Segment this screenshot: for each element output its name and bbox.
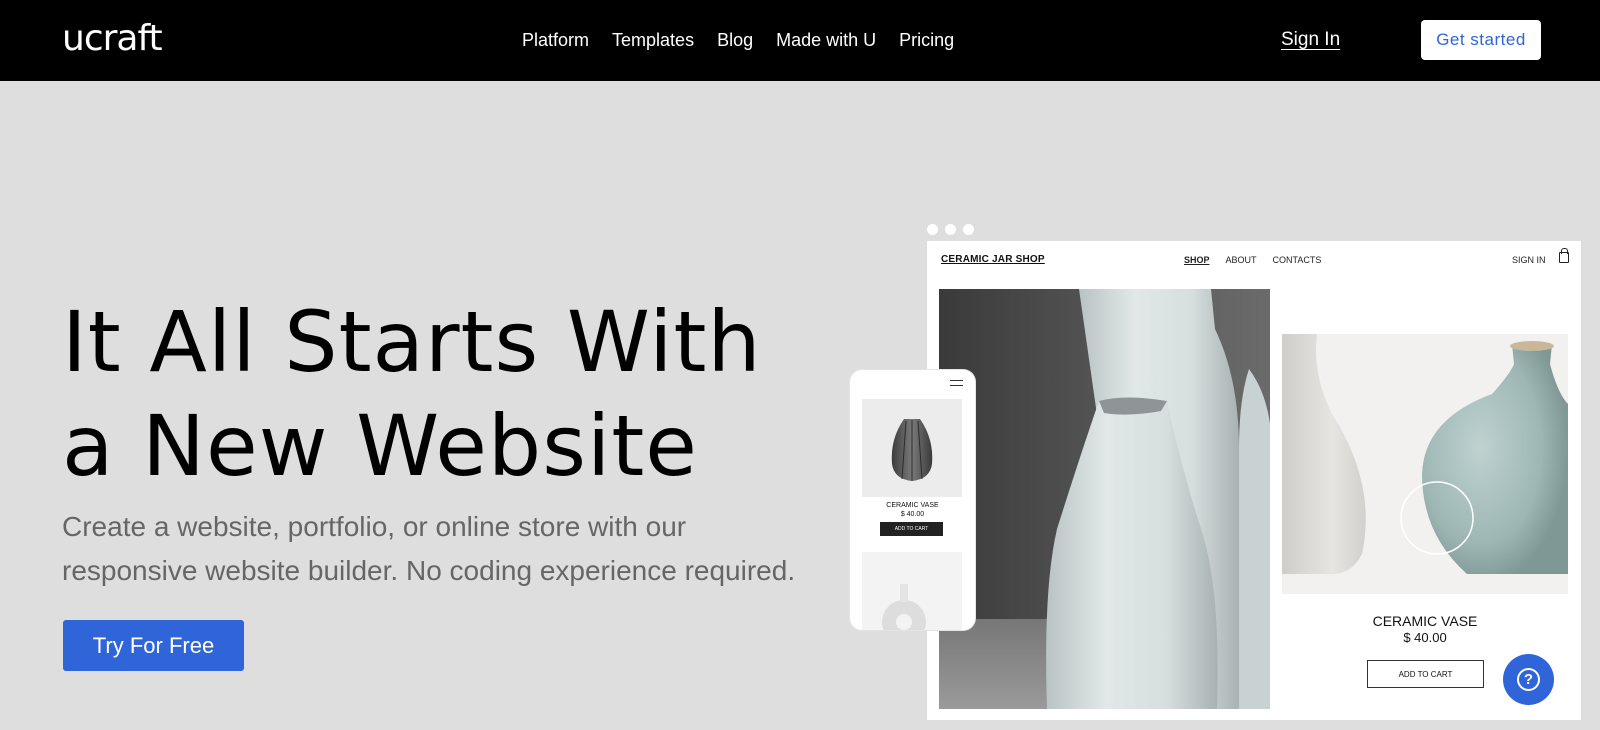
hero-headline-line-2: a New Website — [62, 397, 698, 495]
ceramic-vase-product-photo[interactable] — [1282, 334, 1568, 594]
mockup-brand: CERAMIC JAR SHOP — [941, 254, 1045, 265]
mockup-nav-shop: SHOP — [1184, 255, 1210, 265]
phone-product-price: $ 40.00 — [900, 511, 925, 518]
get-started-button[interactable]: Get started — [1421, 20, 1541, 60]
mockup-add-to-cart-button[interactable]: ADD TO CART — [1367, 660, 1484, 688]
browser-mockup: CERAMIC JAR SHOP SHOP ABOUT CONTACTS SIG… — [927, 241, 1581, 720]
shopping-bag-icon — [1559, 248, 1569, 263]
try-for-free-button[interactable]: Try For Free — [63, 620, 244, 671]
ceramic-bottles-photo — [939, 289, 1270, 709]
phone-add-to-cart-button[interactable]: ADD TO CART — [880, 522, 943, 536]
nav-item-templates[interactable]: Templates — [612, 30, 694, 51]
nav-item-pricing[interactable]: Pricing — [899, 30, 954, 51]
hero-headline-line-1: It All Starts With — [62, 293, 762, 391]
sign-in-link[interactable]: Sign In — [1281, 29, 1340, 51]
nav-item-platform[interactable]: Platform — [522, 30, 589, 51]
question-icon: ? — [1517, 668, 1540, 691]
mockup-product-title: CERAMIC VASE — [1372, 613, 1478, 629]
top-navigation: ucraft Platform Templates Blog Made with… — [0, 0, 1600, 81]
nav-item-blog[interactable]: Blog — [717, 30, 753, 51]
phone-vase-photo — [862, 399, 962, 497]
phone-mockup: CERAMIC VASE $ 40.00 ADD TO CART — [850, 370, 975, 630]
mockup-sign-in: SIGN IN — [1512, 255, 1546, 265]
ucraft-logo[interactable]: ucraft — [62, 18, 163, 59]
phone-product-title: CERAMIC VASE — [886, 502, 939, 509]
mockup-product-price: $ 40.00 — [1403, 630, 1447, 645]
hamburger-menu-icon — [950, 380, 963, 386]
hero-subtext: Create a website, portfolio, or online s… — [62, 511, 796, 586]
nav-item-made-with-u[interactable]: Made with U — [776, 30, 876, 51]
main-nav: Platform Templates Blog Made with U Pric… — [522, 30, 954, 51]
mockup-nav-about: ABOUT — [1225, 255, 1257, 265]
help-chat-button[interactable]: ? — [1503, 654, 1554, 705]
mockup-nav-contacts: CONTACTS — [1272, 255, 1322, 265]
browser-window-dots — [927, 224, 974, 235]
hero-headline: It All Starts With a New Website — [62, 290, 762, 498]
phone-ring-vase-photo — [862, 552, 962, 630]
mockup-nav: SHOP ABOUT CONTACTS — [1184, 255, 1321, 265]
